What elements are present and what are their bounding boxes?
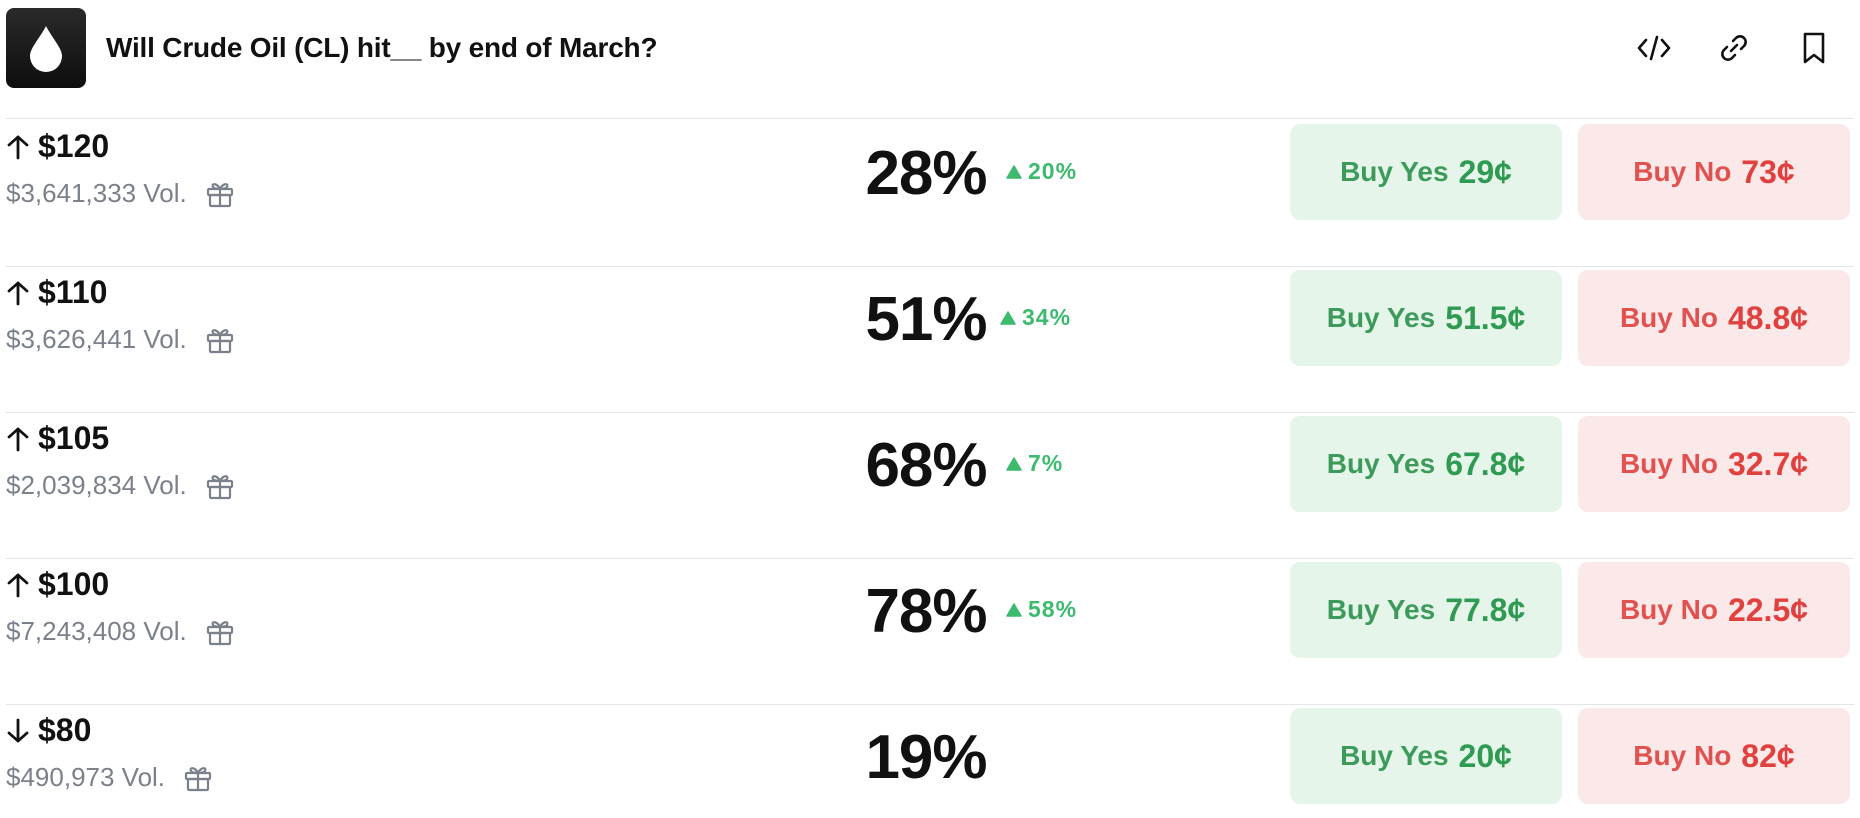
buy-no-label: Buy No bbox=[1619, 594, 1718, 625]
volume-text: $3,641,333 Vol. bbox=[6, 178, 187, 208]
triangle-up-icon bbox=[1000, 310, 1016, 325]
outcome-row[interactable]: $100 $7,243,408 Vol. 78% 58% Buy Yes 77.8¢ Buy… bbox=[0, 558, 1860, 704]
buy-no-label: Buy No bbox=[1633, 740, 1732, 771]
divider bbox=[6, 118, 1854, 119]
outcome-probability: 68% bbox=[865, 431, 987, 500]
market-header: Will Crude Oil (CL) hit__ by end of Marc… bbox=[6, 0, 1854, 100]
buy-yes-button[interactable]: Buy Yes 77.8¢ bbox=[1290, 562, 1562, 658]
arrow-up-icon bbox=[6, 426, 30, 452]
outcome-volume: $490,973 Vol. bbox=[6, 762, 213, 793]
buy-yes-price: 77.8¢ bbox=[1445, 591, 1526, 628]
outcome-volume: $7,243,408 Vol. bbox=[6, 616, 235, 647]
probability-change: 34% bbox=[1000, 304, 1071, 331]
arrow-up-icon bbox=[6, 572, 30, 598]
outcome-label: $120 bbox=[6, 128, 109, 165]
buy-no-price: 73¢ bbox=[1741, 153, 1795, 190]
buy-yes-price: 29¢ bbox=[1458, 153, 1512, 190]
outcome-label: $100 bbox=[6, 566, 109, 603]
outcome-threshold: $110 bbox=[38, 274, 108, 310]
triangle-up-icon bbox=[1006, 456, 1022, 471]
gift-icon[interactable] bbox=[205, 325, 235, 355]
page-title: Will Crude Oil (CL) hit__ by end of Marc… bbox=[106, 32, 658, 63]
outcome-label: $80 bbox=[6, 712, 91, 749]
volume-text: $2,039,834 Vol. bbox=[6, 470, 187, 500]
buy-no-label: Buy No bbox=[1633, 156, 1732, 187]
volume-text: $7,243,408 Vol. bbox=[6, 616, 187, 646]
buy-no-price: 22.5¢ bbox=[1727, 591, 1809, 628]
change-value: 58% bbox=[1028, 596, 1078, 622]
buy-yes-price: 51.5¢ bbox=[1445, 299, 1526, 336]
volume-text: $3,626,441 Vol. bbox=[6, 324, 187, 354]
outcome-probability: 78% bbox=[865, 577, 987, 646]
bookmark-icon[interactable] bbox=[1794, 28, 1834, 68]
link-icon[interactable] bbox=[1714, 28, 1754, 68]
probability-change: 7% bbox=[1006, 450, 1063, 477]
outcome-threshold: $100 bbox=[38, 566, 110, 602]
buy-no-price: 32.7¢ bbox=[1727, 445, 1809, 482]
outcome-probability: 19% bbox=[865, 723, 987, 792]
gift-icon[interactable] bbox=[205, 471, 235, 501]
buy-yes-price: 20¢ bbox=[1458, 737, 1512, 774]
buy-yes-label: Buy Yes bbox=[1326, 302, 1436, 333]
buy-yes-label: Buy Yes bbox=[1340, 740, 1449, 771]
buy-yes-button[interactable]: Buy Yes 51.5¢ bbox=[1290, 270, 1562, 366]
outcome-threshold: $80 bbox=[38, 712, 92, 748]
volume-text: $490,973 Vol. bbox=[6, 762, 166, 792]
change-value: 7% bbox=[1028, 450, 1064, 476]
outcome-volume: $3,641,333 Vol. bbox=[6, 178, 235, 209]
outcome-volume: $3,626,441 Vol. bbox=[6, 324, 235, 355]
buy-yes-button[interactable]: Buy Yes 29¢ bbox=[1290, 124, 1562, 220]
outcome-probability: 28% bbox=[865, 139, 987, 208]
buy-no-button[interactable]: Buy No 32.7¢ bbox=[1578, 416, 1850, 512]
buy-no-label: Buy No bbox=[1619, 302, 1718, 333]
outcome-row[interactable]: $120 $3,641,333 Vol. 28% 20% Buy Yes 29¢ Buy N… bbox=[0, 120, 1860, 266]
change-value: 20% bbox=[1028, 158, 1078, 184]
outcome-volume: $2,039,834 Vol. bbox=[6, 470, 235, 501]
triangle-up-icon bbox=[1006, 602, 1022, 617]
probability-change: 20% bbox=[1006, 158, 1077, 185]
buy-no-button[interactable]: Buy No 22.5¢ bbox=[1578, 562, 1850, 658]
change-value: 34% bbox=[1022, 304, 1072, 330]
buy-no-price: 48.8¢ bbox=[1727, 299, 1809, 336]
market-page: Will Crude Oil (CL) hit__ by end of Marc… bbox=[0, 0, 1860, 818]
buy-yes-label: Buy Yes bbox=[1340, 156, 1449, 187]
embed-code-icon[interactable] bbox=[1634, 28, 1674, 68]
outcome-probability: 51% bbox=[865, 285, 987, 354]
arrow-up-icon bbox=[6, 280, 30, 306]
outcome-row[interactable]: $110 $3,626,441 Vol. 51% 34% Buy Yes 51.5¢ Buy… bbox=[0, 266, 1860, 412]
outcome-row[interactable]: $105 $2,039,834 Vol. 68% 7% Buy Yes 67.8¢ Buy … bbox=[0, 412, 1860, 558]
buy-yes-label: Buy Yes bbox=[1326, 594, 1436, 625]
gift-icon[interactable] bbox=[205, 617, 235, 647]
buy-yes-button[interactable]: Buy Yes 67.8¢ bbox=[1290, 416, 1562, 512]
probability-change: 58% bbox=[1006, 596, 1077, 623]
buy-no-button[interactable]: Buy No 73¢ bbox=[1578, 124, 1850, 220]
buy-yes-label: Buy Yes bbox=[1326, 448, 1436, 479]
buy-no-button[interactable]: Buy No 48.8¢ bbox=[1578, 270, 1850, 366]
buy-no-label: Buy No bbox=[1619, 448, 1718, 479]
gift-icon[interactable] bbox=[183, 763, 213, 793]
buy-yes-button[interactable]: Buy Yes 20¢ bbox=[1290, 708, 1562, 804]
outcome-row[interactable]: $80 $490,973 Vol. 19% Buy Yes 20¢ Buy No 82¢ bbox=[0, 704, 1860, 818]
arrow-down-icon bbox=[6, 718, 30, 744]
outcome-threshold: $105 bbox=[38, 420, 110, 456]
drop-icon bbox=[6, 8, 86, 88]
buy-no-price: 82¢ bbox=[1741, 737, 1795, 774]
outcome-label: $110 bbox=[6, 274, 107, 311]
buy-no-button[interactable]: Buy No 82¢ bbox=[1578, 708, 1850, 804]
triangle-up-icon bbox=[1006, 164, 1022, 179]
buy-yes-price: 67.8¢ bbox=[1445, 445, 1526, 482]
outcome-threshold: $120 bbox=[38, 128, 110, 164]
arrow-up-icon bbox=[6, 134, 30, 160]
outcome-label: $105 bbox=[6, 420, 109, 457]
gift-icon[interactable] bbox=[205, 179, 235, 209]
